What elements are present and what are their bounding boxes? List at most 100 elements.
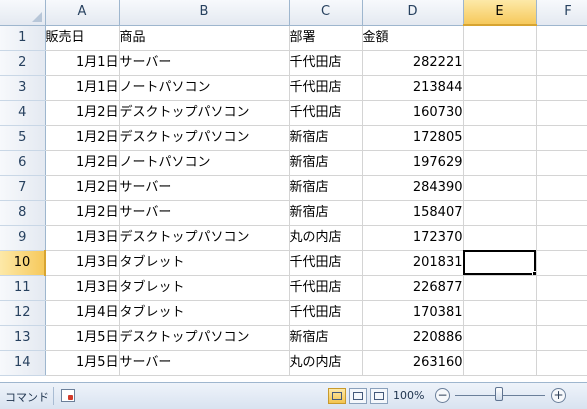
- cell-b[interactable]: デスクトップパソコン: [119, 225, 290, 251]
- row-header[interactable]: 12: [0, 300, 46, 326]
- row-header[interactable]: 8: [0, 200, 46, 226]
- empty-cell[interactable]: [536, 75, 587, 101]
- empty-cell[interactable]: [463, 275, 537, 301]
- column-header-f[interactable]: F: [536, 0, 587, 26]
- zoom-level[interactable]: 100%: [393, 389, 424, 402]
- cell-c[interactable]: 新宿店: [289, 125, 363, 151]
- empty-cell[interactable]: [536, 325, 587, 351]
- cell-a[interactable]: 1月5日: [45, 350, 120, 376]
- row-header[interactable]: 9: [0, 225, 46, 251]
- cell-b[interactable]: タブレット: [119, 300, 290, 326]
- empty-cell[interactable]: [463, 325, 537, 351]
- zoom-slider-thumb[interactable]: [495, 387, 503, 401]
- cell-c[interactable]: 新宿店: [289, 175, 363, 201]
- cell-c[interactable]: 千代田店: [289, 275, 363, 301]
- row-header[interactable]: 6: [0, 150, 46, 176]
- cell-a[interactable]: 1月2日: [45, 125, 120, 151]
- column-header-c[interactable]: C: [289, 0, 363, 26]
- column-header-d[interactable]: D: [362, 0, 464, 26]
- cell-d[interactable]: 213844: [362, 75, 464, 101]
- cell-c[interactable]: 新宿店: [289, 200, 363, 226]
- empty-cell[interactable]: [536, 100, 587, 126]
- empty-cell[interactable]: [463, 175, 537, 201]
- cell-c[interactable]: 千代田店: [289, 250, 363, 276]
- cell-b[interactable]: サーバー: [119, 200, 290, 226]
- empty-cell[interactable]: [536, 125, 587, 151]
- row-header[interactable]: 3: [0, 75, 46, 101]
- cell-d[interactable]: 160730: [362, 100, 464, 126]
- cell-d[interactable]: 172370: [362, 225, 464, 251]
- normal-view-icon[interactable]: [328, 388, 346, 404]
- empty-cell[interactable]: [536, 50, 587, 76]
- cell-c[interactable]: 丸の内店: [289, 350, 363, 376]
- cell-d[interactable]: 226877: [362, 275, 464, 301]
- row-header[interactable]: 13: [0, 325, 46, 351]
- column-header-a[interactable]: A: [45, 0, 120, 26]
- zoom-out-button[interactable]: −: [435, 388, 450, 403]
- column-header-e[interactable]: E: [463, 0, 537, 26]
- cell-b[interactable]: サーバー: [119, 175, 290, 201]
- empty-cell[interactable]: [536, 275, 587, 301]
- cell-c[interactable]: 丸の内店: [289, 225, 363, 251]
- empty-cell[interactable]: [536, 150, 587, 176]
- cell-c[interactable]: 新宿店: [289, 325, 363, 351]
- select-all-corner[interactable]: [0, 0, 46, 26]
- cell-b[interactable]: サーバー: [119, 350, 290, 376]
- cell-c[interactable]: 千代田店: [289, 75, 363, 101]
- empty-cell[interactable]: [536, 25, 587, 51]
- cell-b[interactable]: タブレット: [119, 250, 290, 276]
- cell-a[interactable]: 1月2日: [45, 200, 120, 226]
- empty-cell[interactable]: [536, 225, 587, 251]
- cell-b[interactable]: サーバー: [119, 50, 290, 76]
- cell-b[interactable]: 商品: [119, 25, 290, 51]
- empty-cell[interactable]: [463, 100, 537, 126]
- cell-b[interactable]: デスクトップパソコン: [119, 125, 290, 151]
- row-header[interactable]: 14: [0, 350, 46, 376]
- cell-a[interactable]: 1月1日: [45, 75, 120, 101]
- cell-b[interactable]: ノートパソコン: [119, 150, 290, 176]
- fill-handle[interactable]: [531, 270, 535, 274]
- cell-a[interactable]: 1月4日: [45, 300, 120, 326]
- column-header-b[interactable]: B: [119, 0, 290, 26]
- empty-cell[interactable]: [536, 300, 587, 326]
- cell-d[interactable]: 220886: [362, 325, 464, 351]
- empty-cell[interactable]: [463, 350, 537, 376]
- cell-c[interactable]: 新宿店: [289, 150, 363, 176]
- cell-b[interactable]: タブレット: [119, 275, 290, 301]
- page-layout-view-icon[interactable]: [349, 388, 367, 404]
- row-header[interactable]: 4: [0, 100, 46, 126]
- active-cell[interactable]: [463, 250, 537, 276]
- row-header[interactable]: 11: [0, 275, 46, 301]
- spreadsheet-grid[interactable]: ABCDEF 1 販売日 商品 部署 金額 2 1月1日 サーバー 千代田店 282221 3 1月1…: [0, 0, 587, 382]
- cell-d[interactable]: 282221: [362, 50, 464, 76]
- empty-cell[interactable]: [536, 350, 587, 376]
- cell-c[interactable]: 千代田店: [289, 50, 363, 76]
- row-header[interactable]: 10: [0, 250, 46, 276]
- cell-a[interactable]: 1月2日: [45, 175, 120, 201]
- empty-cell[interactable]: [463, 200, 537, 226]
- zoom-in-button[interactable]: +: [551, 388, 566, 403]
- cell-a[interactable]: 1月1日: [45, 50, 120, 76]
- empty-cell[interactable]: [463, 225, 537, 251]
- empty-cell[interactable]: [463, 25, 537, 51]
- row-header[interactable]: 2: [0, 50, 46, 76]
- empty-cell[interactable]: [463, 125, 537, 151]
- empty-cell[interactable]: [536, 250, 587, 276]
- empty-cell[interactable]: [463, 75, 537, 101]
- empty-cell[interactable]: [463, 300, 537, 326]
- empty-cell[interactable]: [536, 175, 587, 201]
- row-header[interactable]: 1: [0, 25, 46, 51]
- cell-b[interactable]: ノートパソコン: [119, 75, 290, 101]
- cell-d[interactable]: 263160: [362, 350, 464, 376]
- row-header[interactable]: 7: [0, 175, 46, 201]
- cell-a[interactable]: 1月3日: [45, 225, 120, 251]
- cell-d[interactable]: 172805: [362, 125, 464, 151]
- cell-c[interactable]: 千代田店: [289, 100, 363, 126]
- cell-d[interactable]: 158407: [362, 200, 464, 226]
- cell-a[interactable]: 1月2日: [45, 100, 120, 126]
- cell-d[interactable]: 201831: [362, 250, 464, 276]
- cell-c[interactable]: 千代田店: [289, 300, 363, 326]
- row-header[interactable]: 5: [0, 125, 46, 151]
- cell-d[interactable]: 284390: [362, 175, 464, 201]
- cell-a[interactable]: 1月5日: [45, 325, 120, 351]
